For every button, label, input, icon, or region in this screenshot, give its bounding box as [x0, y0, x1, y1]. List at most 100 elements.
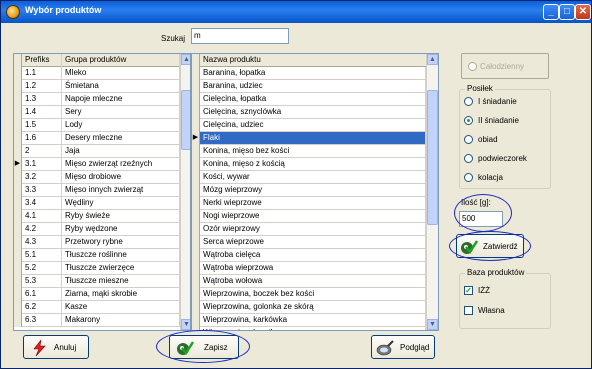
scroll-up-icon[interactable]: ▲: [181, 54, 190, 65]
meal-radio[interactable]: [464, 173, 473, 182]
title-bar[interactable]: Wybór produktów _ □ ✕: [1, 1, 591, 23]
product-name-cell[interactable]: Wątroba cielęca: [200, 249, 426, 262]
minimize-icon[interactable]: _: [543, 4, 559, 20]
group-prefix-cell[interactable]: 3.3: [22, 184, 62, 197]
groups-table-row[interactable]: 1.2 Śmietana: [14, 80, 190, 93]
groups-table-row[interactable]: 1.5 Lody: [14, 119, 190, 132]
column-header-group[interactable]: Grupa produktów: [62, 54, 180, 67]
products-table-row[interactable]: Ozór wieprzowy: [192, 223, 438, 236]
groups-table-row[interactable]: 1.6 Desery mleczne: [14, 132, 190, 145]
product-name-cell[interactable]: Cielęcina, sznyclówka: [200, 106, 426, 119]
groups-table-row[interactable]: 6.3 Makarony: [14, 314, 190, 327]
products-table-row[interactable]: ▶ Flaki: [192, 132, 438, 145]
group-prefix-cell[interactable]: 1.6: [22, 132, 62, 145]
group-prefix-cell[interactable]: 5.2: [22, 262, 62, 275]
product-name-cell[interactable]: Wieprzowina, boczek bez kości: [200, 288, 426, 301]
meal-radio[interactable]: [464, 97, 473, 106]
scroll-down-icon[interactable]: ▼: [427, 319, 438, 330]
amount-input[interactable]: 500: [459, 211, 503, 227]
groups-table-row[interactable]: 3.3 Mięso innych zwierząt: [14, 184, 190, 197]
products-table-row[interactable]: Nogi wieprzowe: [192, 210, 438, 223]
scroll-thumb[interactable]: [427, 90, 438, 225]
product-name-cell[interactable]: Wieprzowina, łopatka: [200, 327, 426, 330]
preview-button[interactable]: Podgląd: [371, 335, 435, 359]
meal-radio[interactable]: [464, 135, 473, 144]
product-name-cell[interactable]: Nerki wieprzowe: [200, 197, 426, 210]
group-prefix-cell[interactable]: 1.3: [22, 93, 62, 106]
products-table-row[interactable]: Serca wieprzowe: [192, 236, 438, 249]
group-name-cell[interactable]: Desery mleczne: [62, 132, 180, 145]
group-prefix-cell[interactable]: 3.1: [22, 158, 62, 171]
product-name-cell[interactable]: Baranina, udziec: [200, 80, 426, 93]
products-table-row[interactable]: Baranina, łopatka: [192, 67, 438, 80]
group-name-cell[interactable]: Makarony: [62, 314, 180, 327]
group-name-cell[interactable]: Wędliny: [62, 197, 180, 210]
product-name-cell[interactable]: Wątroba wołowa: [200, 275, 426, 288]
groups-table-row[interactable]: 6.2 Kasze: [14, 301, 190, 314]
group-prefix-cell[interactable]: 3.4: [22, 197, 62, 210]
product-name-cell[interactable]: Konina, mięso z kością: [200, 158, 426, 171]
groups-table-row[interactable]: ▶ 3.1 Mięso zwierząt rzeźnych: [14, 158, 190, 171]
meal-radio[interactable]: [464, 116, 473, 125]
cancel-button[interactable]: Anuluj: [23, 335, 89, 359]
group-prefix-cell[interactable]: 1.4: [22, 106, 62, 119]
product-name-cell[interactable]: Wieprzowina, golonka ze skórą: [200, 301, 426, 314]
group-name-cell[interactable]: Lody: [62, 119, 180, 132]
groups-table-row[interactable]: 1.4 Sery: [14, 106, 190, 119]
products-table-row[interactable]: Wieprzowina, golonka ze skórą: [192, 301, 438, 314]
group-name-cell[interactable]: Kasze: [62, 301, 180, 314]
group-name-cell[interactable]: Tłuszcze mieszne: [62, 275, 180, 288]
group-name-cell[interactable]: Mięso innych zwierząt: [62, 184, 180, 197]
whole-day-toggle[interactable]: Całodzienny: [461, 53, 549, 79]
column-header-product-name[interactable]: Nazwa produktu: [200, 54, 428, 67]
group-prefix-cell[interactable]: 4.1: [22, 210, 62, 223]
group-prefix-cell[interactable]: 3.2: [22, 171, 62, 184]
products-table-row[interactable]: Cielęcina, łopatka: [192, 93, 438, 106]
search-input[interactable]: m: [191, 28, 289, 44]
group-name-cell[interactable]: Ryby wędzone: [62, 223, 180, 236]
products-scrollbar[interactable]: ▲ ▼: [426, 54, 438, 330]
products-table-row[interactable]: Wieprzowina, łopatka: [192, 327, 438, 330]
group-prefix-cell[interactable]: 4.3: [22, 236, 62, 249]
groups-table-row[interactable]: 5.1 Tłuszcze roślinne: [14, 249, 190, 262]
scroll-up-icon[interactable]: ▲: [427, 54, 438, 65]
group-name-cell[interactable]: Jaja: [62, 145, 180, 158]
group-prefix-cell[interactable]: 6.1: [22, 288, 62, 301]
group-name-cell[interactable]: Ziarna, mąki skrobie: [62, 288, 180, 301]
group-name-cell[interactable]: Ryby świeże: [62, 210, 180, 223]
groups-table-row[interactable]: 4.1 Ryby świeże: [14, 210, 190, 223]
groups-table-row[interactable]: 4.2 Ryby wędzone: [14, 223, 190, 236]
group-prefix-cell[interactable]: 4.2: [22, 223, 62, 236]
groups-table-row[interactable]: 6.1 Ziarna, mąki skrobie: [14, 288, 190, 301]
products-table-row[interactable]: Wątroba wieprzowa: [192, 262, 438, 275]
products-table-row[interactable]: Nerki wieprzowe: [192, 197, 438, 210]
group-name-cell[interactable]: Śmietana: [62, 80, 180, 93]
product-name-cell[interactable]: Kości, wywar: [200, 171, 426, 184]
product-name-cell[interactable]: Mózg wieprzowy: [200, 184, 426, 197]
products-table-row[interactable]: Konina, mięso z kością: [192, 158, 438, 171]
product-base-checkbox[interactable]: ✓: [464, 286, 473, 295]
group-prefix-cell[interactable]: 6.3: [22, 314, 62, 327]
groups-table-row[interactable]: 2 Jaja: [14, 145, 190, 158]
groups-table-row[interactable]: 1.1 Mleko: [14, 67, 190, 80]
product-name-cell[interactable]: Cielęcina, łopatka: [200, 93, 426, 106]
save-button[interactable]: Zapisz: [169, 335, 239, 359]
group-name-cell[interactable]: Tłuszcze zwierzęce: [62, 262, 180, 275]
products-table-row[interactable]: Konina, mięso bez kości: [192, 145, 438, 158]
products-table-row[interactable]: Cielęcina, sznyclówka: [192, 106, 438, 119]
products-table-row[interactable]: Wieprzowina, boczek bez kości: [192, 288, 438, 301]
group-prefix-cell[interactable]: 2: [22, 145, 62, 158]
products-table-row[interactable]: Wątroba cielęca: [192, 249, 438, 262]
close-icon[interactable]: ✕: [575, 4, 591, 20]
groups-table-row[interactable]: 3.2 Mięso drobiowe: [14, 171, 190, 184]
products-table-row[interactable]: Baranina, udziec: [192, 80, 438, 93]
product-name-cell[interactable]: Serca wieprzowe: [200, 236, 426, 249]
group-name-cell[interactable]: Napoje mleczne: [62, 93, 180, 106]
confirm-button[interactable]: Zatwierdź: [456, 234, 524, 258]
product-name-cell[interactable]: Wątroba wieprzowa: [200, 262, 426, 275]
products-table-row[interactable]: Wieprzowina, karkówka: [192, 314, 438, 327]
group-name-cell[interactable]: Mięso drobiowe: [62, 171, 180, 184]
group-name-cell[interactable]: Mleko: [62, 67, 180, 80]
group-prefix-cell[interactable]: 1.2: [22, 80, 62, 93]
group-prefix-cell[interactable]: 1.5: [22, 119, 62, 132]
